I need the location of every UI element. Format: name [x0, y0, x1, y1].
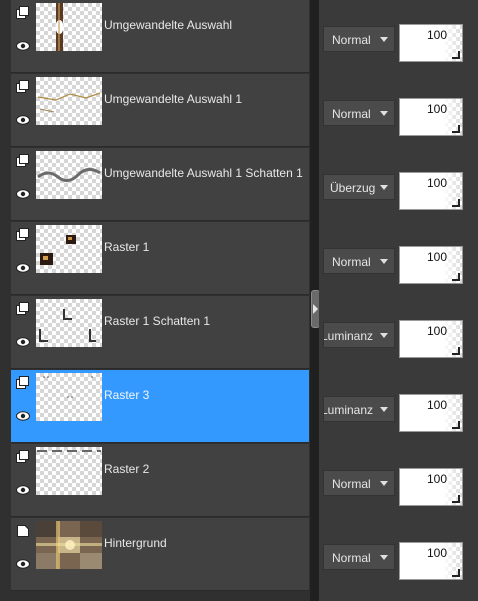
layer-name: Umgewandelte Auswahl 1 [104, 92, 243, 106]
eye-icon[interactable] [16, 186, 30, 199]
blend-mode-value: Normal [332, 33, 371, 47]
eye-icon[interactable] [16, 112, 30, 125]
layer-row-raster-2[interactable]: Raster 2 [11, 444, 309, 517]
blend-mode-value: Normal [332, 551, 371, 565]
chevron-down-icon [376, 471, 394, 495]
layer-row-raster-1-schatten-1[interactable]: Raster 1 Schatten 1 [11, 296, 309, 369]
resize-corner-icon [452, 51, 460, 59]
layer-properties-row: Normal 100 [319, 24, 478, 66]
layer-properties-row: Normal 100 [319, 542, 478, 584]
layer-name: Raster 1 Schatten 1 [104, 314, 211, 328]
group-layer-icon[interactable] [16, 302, 30, 316]
group-layer-icon[interactable] [16, 376, 30, 390]
background-layer-icon[interactable] [16, 524, 30, 538]
layer-row-hintergrund[interactable]: Hintergrund [11, 518, 309, 591]
eye-icon[interactable] [16, 482, 30, 495]
resize-corner-icon [452, 125, 460, 133]
eye-icon[interactable] [16, 38, 30, 51]
layer-row-umgewandelte-auswahl-1-schatten-1[interactable]: Umgewandelte Auswahl 1 Schatten 1 [11, 148, 309, 221]
layer-properties-row: Normal 100 [319, 468, 478, 510]
layer-thumbnail [36, 151, 102, 199]
resize-corner-icon [452, 273, 460, 281]
layer-row-umgewandelte-auswahl[interactable]: Umgewandelte Auswahl [11, 0, 309, 73]
group-layer-icon[interactable] [16, 154, 30, 168]
layer-name: Raster 3 [104, 388, 150, 402]
blend-mode-dropdown[interactable]: Normal [323, 100, 395, 126]
blend-mode-dropdown[interactable]: Luminanz (Vorversion) [323, 396, 395, 422]
chevron-down-icon [376, 175, 394, 199]
layer-properties-row: Normal 100 [319, 246, 478, 288]
opacity-value: 100 [426, 546, 447, 560]
opacity-slider[interactable]: 100 [399, 320, 463, 358]
chevron-down-icon [376, 397, 394, 421]
group-layer-icon[interactable] [16, 6, 30, 20]
opacity-value: 100 [426, 102, 447, 116]
layer-list: Umgewandelte Auswahl Umgewandelte Auswah… [0, 0, 310, 601]
layer-row-raster-1[interactable]: Raster 1 [11, 222, 309, 295]
layer-name: Raster 1 [104, 240, 150, 254]
layer-properties-row: Überzug 100 [319, 172, 478, 214]
blend-mode-dropdown[interactable]: Normal [323, 544, 395, 570]
opacity-slider[interactable]: 100 [399, 24, 463, 62]
opacity-slider[interactable]: 100 [399, 468, 463, 506]
blend-mode-dropdown[interactable]: Normal [323, 26, 395, 52]
opacity-slider[interactable]: 100 [399, 98, 463, 136]
eye-icon[interactable] [16, 556, 30, 569]
layer-thumbnail [36, 3, 102, 51]
layer-name: Hintergrund [104, 536, 167, 550]
resize-corner-icon [452, 347, 460, 355]
layer-thumbnail [36, 447, 102, 495]
opacity-slider[interactable]: 100 [399, 246, 463, 284]
chevron-down-icon [376, 545, 394, 569]
opacity-slider[interactable]: 100 [399, 542, 463, 580]
opacity-value: 100 [426, 398, 447, 412]
blend-mode-value: Überzug [330, 181, 376, 195]
layer-properties-row: Luminanz (Vorversion) 100 [319, 320, 478, 362]
arrow-right-icon [313, 304, 318, 314]
layer-properties-row: Normal 100 [319, 98, 478, 140]
opacity-value: 100 [426, 324, 447, 338]
layer-name: Raster 2 [104, 462, 150, 476]
chevron-down-icon [376, 323, 394, 347]
eye-icon[interactable] [16, 334, 30, 347]
layer-thumbnail [36, 299, 102, 347]
opacity-slider[interactable]: 100 [399, 394, 463, 432]
layer-properties-row: Luminanz (Vorversion) 100 [319, 394, 478, 436]
resize-corner-icon [452, 199, 460, 207]
opacity-value: 100 [426, 176, 447, 190]
resize-corner-icon [452, 569, 460, 577]
opacity-value: 100 [426, 250, 447, 264]
resize-corner-icon [452, 495, 460, 503]
layer-properties-panel: Normal 100 Normal 100 Überzug 100 Normal… [319, 0, 478, 601]
blend-mode-dropdown[interactable]: Luminanz (Vorversion) [323, 322, 395, 348]
layer-thumbnail [36, 225, 102, 273]
layer-row-umgewandelte-auswahl-1[interactable]: Umgewandelte Auswahl 1 [11, 74, 309, 147]
opacity-slider[interactable]: 100 [399, 172, 463, 210]
chevron-down-icon [376, 249, 394, 273]
resize-corner-icon [452, 421, 460, 429]
chevron-down-icon [376, 27, 394, 51]
blend-mode-value: Normal [332, 107, 371, 121]
layer-name: Umgewandelte Auswahl 1 Schatten 1 [104, 166, 303, 180]
opacity-value: 100 [426, 472, 447, 486]
group-layer-icon[interactable] [16, 228, 30, 242]
layer-name: Umgewandelte Auswahl [104, 18, 233, 32]
layer-thumbnail [36, 521, 102, 569]
blend-mode-value: Normal [332, 255, 371, 269]
blend-mode-dropdown[interactable]: Normal [323, 248, 395, 274]
group-layer-icon[interactable] [16, 80, 30, 94]
eye-icon[interactable] [16, 260, 30, 273]
blend-mode-value: Normal [332, 477, 371, 491]
opacity-value: 100 [426, 28, 447, 42]
layer-thumbnail [36, 373, 102, 421]
blend-mode-dropdown[interactable]: Überzug [323, 174, 395, 200]
chevron-down-icon [376, 101, 394, 125]
blend-mode-dropdown[interactable]: Normal [323, 470, 395, 496]
eye-icon[interactable] [16, 408, 30, 421]
layer-thumbnail [36, 77, 102, 125]
layer-row-raster-3[interactable]: Raster 3 [11, 370, 309, 443]
group-layer-icon[interactable] [16, 450, 30, 464]
